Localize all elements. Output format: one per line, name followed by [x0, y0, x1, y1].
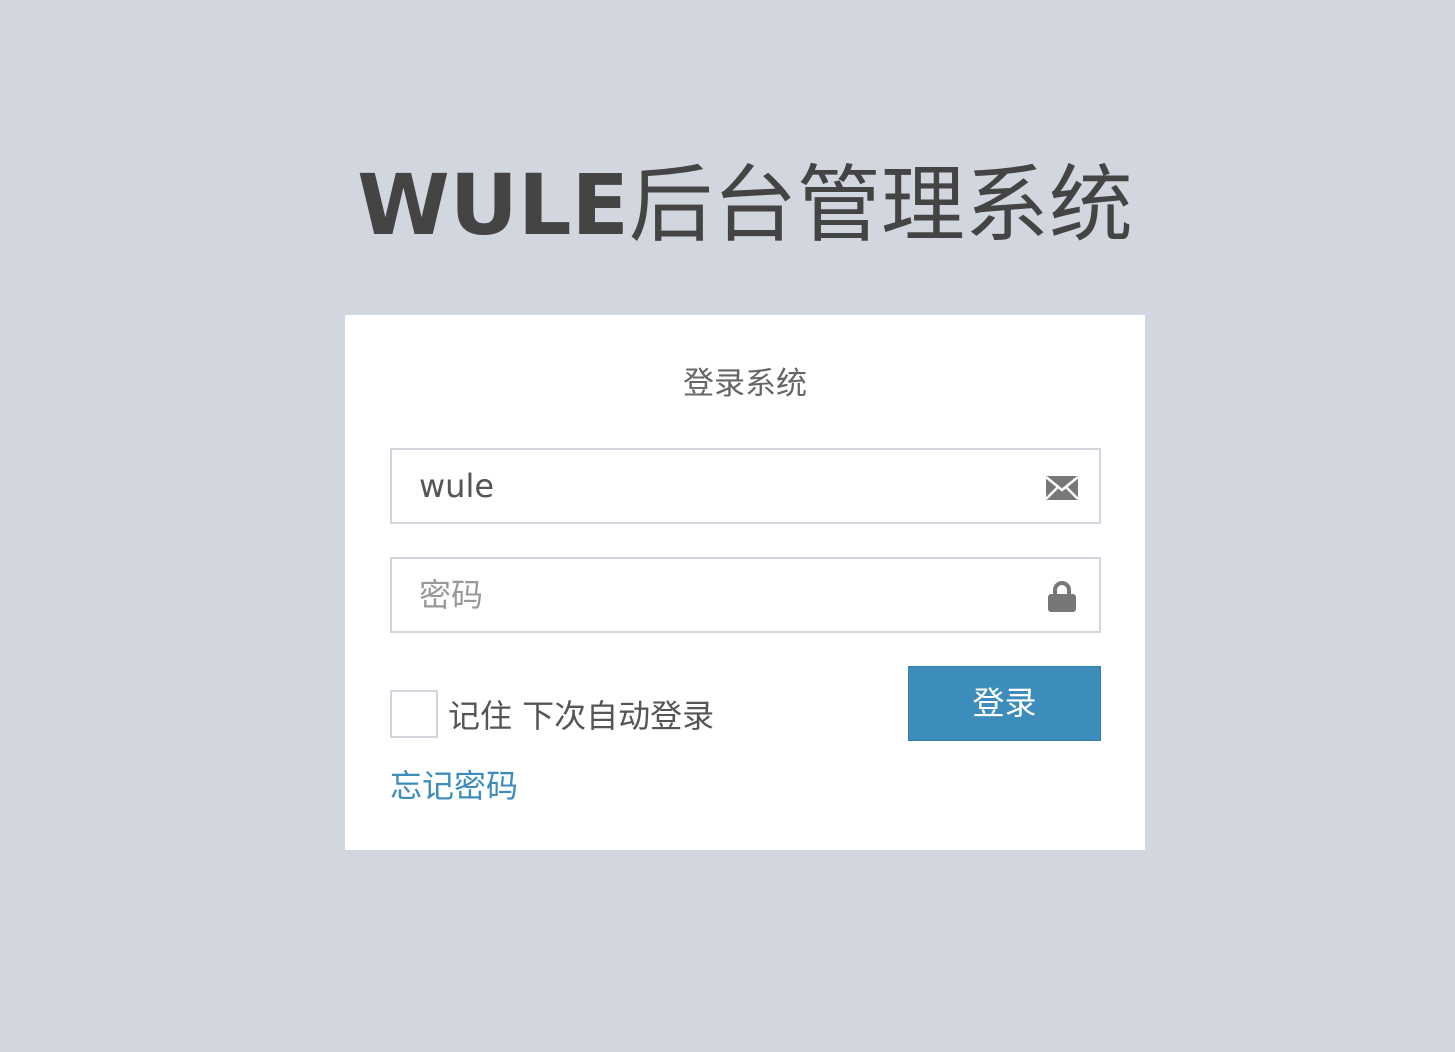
remember-checkbox[interactable] [390, 690, 438, 738]
password-input[interactable] [392, 559, 1099, 631]
login-title: 登录系统 [683, 366, 807, 402]
login-button[interactable]: 登录 [908, 666, 1101, 741]
remember-me[interactable]: 记住 下次自动登录 [390, 688, 714, 740]
username-input[interactable] [392, 450, 1099, 522]
logo-bold-text: WULE [357, 156, 629, 254]
remember-label[interactable]: 记住 下次自动登录 [448, 691, 714, 737]
username-field[interactable] [390, 448, 1101, 524]
envelope-icon [1045, 475, 1079, 500]
logo-light-text: 后台管理系统 [628, 156, 1133, 254]
lock-icon [1048, 581, 1076, 612]
app-logo: WULE后台管理系统 [0, 150, 1455, 260]
password-field[interactable] [390, 557, 1101, 633]
forgot-password-link[interactable]: 忘记密码 [390, 764, 518, 808]
